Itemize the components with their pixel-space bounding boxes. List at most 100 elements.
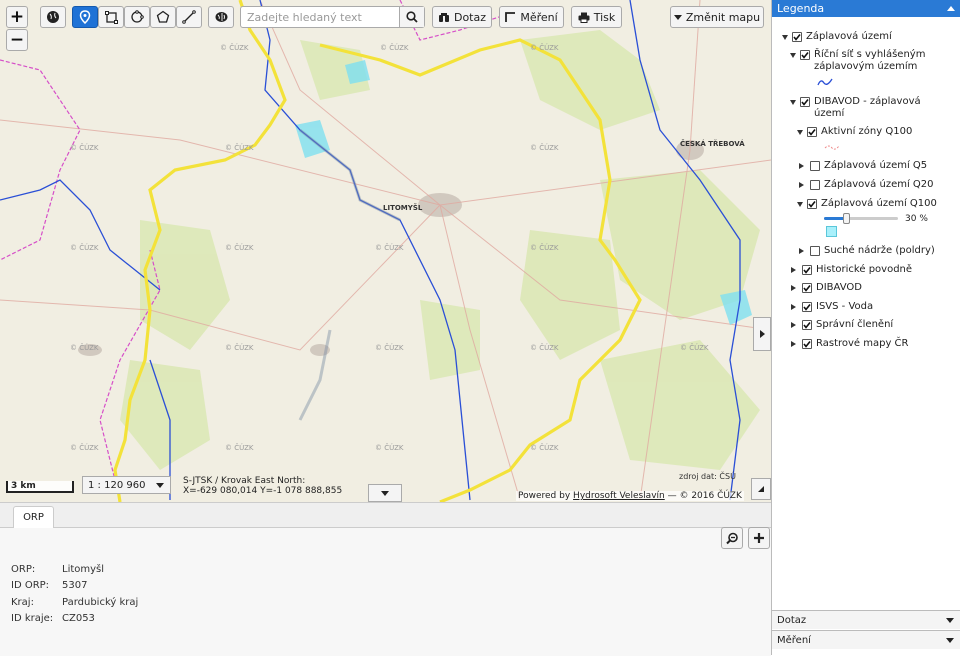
collapse-icon: [791, 285, 796, 291]
svg-text:© ČÚZK: © ČÚZK: [225, 443, 254, 452]
zoom-out-button[interactable]: −: [6, 29, 28, 51]
svg-text:© ČÚZK: © ČÚZK: [375, 343, 404, 352]
checkmark-icon: [801, 52, 809, 59]
legend-item-ricni-sit[interactable]: Říční síť s vyhlášeným záplavovým územím: [790, 49, 955, 73]
checkmark-icon: [793, 34, 801, 41]
checkbox[interactable]: [807, 127, 817, 137]
opacity-slider[interactable]: [824, 213, 898, 224]
collapse-icon: [791, 322, 796, 328]
checkbox[interactable]: [810, 180, 820, 190]
legend-item-dibavod[interactable]: DIBAVOD: [791, 282, 862, 294]
collapse-icon: [791, 267, 796, 273]
legend-item-label: Aktivní zóny Q100: [821, 126, 913, 137]
layers-button[interactable]: [208, 6, 234, 28]
coordinates-readout: S-JTSK / Krovak East North: X=-629 080,0…: [183, 476, 342, 496]
search-button[interactable]: [399, 7, 424, 27]
checkmark-icon: [803, 322, 811, 329]
svg-text:© ČÚZK: © ČÚZK: [375, 443, 404, 452]
legend-header[interactable]: Legenda: [772, 0, 960, 17]
legend-item-suche-nadrze[interactable]: Suché nádrže (poldry): [799, 245, 935, 257]
overview-map-button[interactable]: [751, 478, 771, 500]
chevron-down-icon: [946, 638, 954, 643]
checkbox[interactable]: [802, 283, 812, 293]
change-map-button[interactable]: Změnit mapu: [670, 6, 764, 28]
expand-icon: [782, 35, 788, 40]
legend-item-q100[interactable]: Záplavová území Q100: [797, 198, 937, 210]
legend-item-historicke-povodne[interactable]: Historické povodně: [791, 264, 912, 276]
checkbox[interactable]: [800, 50, 810, 60]
polygon-icon: [156, 10, 170, 23]
checkbox[interactable]: [810, 161, 820, 171]
info-key: ORP:: [11, 564, 36, 575]
point-tool-button[interactable]: [72, 6, 98, 28]
add-button[interactable]: [748, 527, 770, 549]
zoom-to-feature-button[interactable]: [721, 527, 743, 549]
circle-tool-button[interactable]: [124, 6, 150, 28]
binoculars-icon: [438, 12, 449, 22]
opacity-slider-handle[interactable]: [843, 213, 851, 224]
corner-arrow-icon: [758, 486, 764, 492]
legend-item-dibavod-zaplavova[interactable]: DIBAVOD - záplavová území: [790, 96, 955, 120]
accordion-mereni[interactable]: Měření: [772, 630, 960, 649]
map-view[interactable]: © ČÚZK © ČÚZK © ČÚZK © ČÚZK © ČÚZK © ČÚZK © …: [0, 0, 771, 502]
flood-q100-swatch: [826, 226, 837, 237]
accordion-dotaz[interactable]: Dotaz: [772, 610, 960, 629]
expand-icon: [797, 202, 803, 207]
plus-icon: [754, 533, 764, 543]
globe-icon: [47, 11, 59, 23]
measure-button-label: Měření: [520, 10, 558, 24]
checkbox[interactable]: [802, 320, 812, 330]
brain-icon: [215, 12, 227, 22]
checkmark-icon: [803, 267, 811, 274]
info-row-id-kraje: ID kraje: CZ053: [11, 613, 95, 624]
expand-icon: [797, 130, 803, 135]
legend-item-q5[interactable]: Záplavová území Q5: [799, 160, 927, 172]
legend-item-rastrove-mapy[interactable]: Rastrové mapy ČR: [791, 338, 909, 350]
line-tool-button[interactable]: [176, 6, 202, 28]
search-input[interactable]: [241, 7, 400, 27]
info-value: Litomyšl: [62, 564, 105, 575]
svg-text:© ČÚZK: © ČÚZK: [70, 243, 99, 252]
legend-item-label: Říční síť s vyhlášeným záplavovým územím: [814, 49, 926, 72]
opacity-value: 30 %: [905, 214, 928, 224]
checkmark-icon: [803, 341, 811, 348]
info-row-orp: ORP: Litomyšl: [11, 564, 104, 575]
checkbox[interactable]: [792, 32, 802, 42]
expand-bottom-panel-button[interactable]: [368, 484, 402, 502]
svg-text:© ČÚZK: © ČÚZK: [70, 143, 99, 152]
checkbox[interactable]: [800, 97, 810, 107]
svg-text:© ČÚZK: © ČÚZK: [530, 43, 559, 52]
credits-prefix: Powered by: [518, 491, 571, 501]
svg-text:© ČÚZK: © ČÚZK: [225, 143, 254, 152]
checkmark-icon: [808, 201, 816, 208]
scale-select[interactable]: 1 : 120 960: [82, 476, 171, 494]
zoom-in-button[interactable]: +: [6, 6, 28, 28]
legend-item-zaplavova-uzemi[interactable]: Záplavová území: [782, 31, 892, 43]
legend-item-label: Historické povodně: [816, 264, 913, 275]
polygon-tool-button[interactable]: [150, 6, 176, 28]
legend-item-isvs-voda[interactable]: ISVS - Voda: [791, 301, 873, 313]
checkbox[interactable]: [810, 246, 820, 256]
query-button[interactable]: Dotaz: [432, 6, 492, 28]
svg-text:© ČÚZK: © ČÚZK: [70, 343, 99, 352]
checkbox[interactable]: [802, 339, 812, 349]
credits-link[interactable]: Hydrosoft Veleslavín: [573, 491, 665, 501]
place-label: ČESKÁ TŘEBOVÁ: [680, 139, 745, 148]
legend-item-spravni-cleneni[interactable]: Správní členění: [791, 319, 893, 331]
print-button[interactable]: Tisk: [571, 6, 622, 28]
rectangle-tool-button[interactable]: [98, 6, 124, 28]
info-value: 5307: [62, 580, 88, 591]
globe-button[interactable]: [40, 6, 66, 28]
info-value: CZ053: [62, 613, 95, 624]
checkbox[interactable]: [802, 302, 812, 312]
legend-item-aktivni-zony[interactable]: Aktivní zóny Q100: [797, 126, 912, 138]
info-key: Kraj:: [11, 597, 34, 608]
scale-value: 1 : 120 960: [88, 479, 146, 491]
svg-text:© ČÚZK: © ČÚZK: [220, 43, 249, 52]
checkbox[interactable]: [807, 199, 817, 209]
tab-orp[interactable]: ORP: [13, 506, 54, 528]
legend-item-q20[interactable]: Záplavová území Q20: [799, 179, 934, 191]
checkbox[interactable]: [802, 265, 812, 275]
expand-legend-button[interactable]: [753, 317, 771, 351]
measure-button[interactable]: Měření: [499, 6, 564, 28]
